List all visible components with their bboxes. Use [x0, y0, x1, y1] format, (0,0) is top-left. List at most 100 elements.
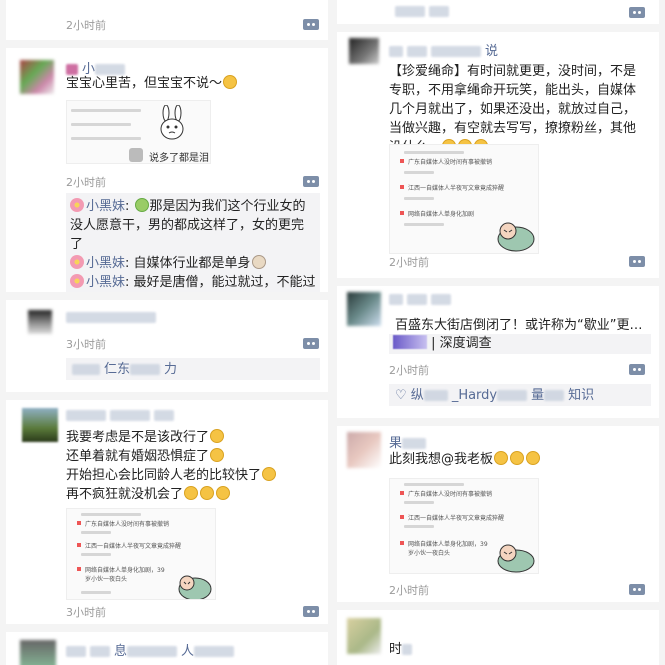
rabbit-sticker — [157, 104, 187, 141]
post-image[interactable]: 说多了都是泪 — [66, 100, 211, 164]
comment-more-icon[interactable] — [303, 606, 319, 617]
image-caption: 广东自媒体人没时间有事被撤销 — [408, 491, 493, 498]
moment-card-partial: 时 — [337, 610, 659, 665]
emoji-icon — [210, 448, 225, 462]
image-caption: 江西一自媒体人半夜写文章竟成猝醒 — [408, 515, 505, 522]
post-line: 还单着就有婚姻恐惧症了 — [66, 449, 210, 464]
post-time: 3小时前 — [66, 338, 106, 351]
crying-character-sticker — [494, 539, 538, 573]
post-line: 我要考虑是不是该改行了 — [66, 430, 210, 445]
sticker-caption: 说多了都是泪 — [149, 153, 209, 164]
comment-more-icon[interactable] — [629, 7, 645, 18]
heart-icon: ♡ — [395, 388, 407, 403]
author-name[interactable] — [66, 310, 160, 325]
post-text: 此刻我想@我老板 — [389, 450, 541, 469]
comment-more-icon[interactable] — [629, 256, 645, 267]
post-image[interactable]: 广东自媒体人没时间有事被撤销 江西一自媒体人半夜写文章竟成猝醒 网络自媒体人单身… — [389, 478, 539, 574]
laugh-emoji-icon — [494, 451, 509, 465]
post-time: 2小时前 — [66, 176, 106, 189]
post-time: 2小时前 — [389, 364, 429, 377]
post-text: 宝宝心里苦，但宝宝不说～ — [66, 74, 238, 93]
comment-list: 仁东 力 — [66, 358, 320, 380]
emoji-icon — [216, 486, 231, 500]
moment-card: 3小时前 仁东 力 — [6, 300, 328, 392]
post-text-content: 【珍爱绳命】有时间就更更，没时间，不是专职，不用拿绳命开玩笑，能出头，自媒体几个… — [389, 64, 637, 155]
image-caption: 江西一自媒体人半夜写文章竟成猝醒 — [85, 543, 182, 550]
flower-icon — [70, 274, 84, 288]
author-name[interactable] — [395, 4, 453, 19]
like-list: ♡ 纵 _Hardy 量 知识 — [389, 384, 651, 406]
emoji-icon — [184, 486, 199, 500]
avatar[interactable] — [28, 310, 52, 334]
clap-emoji-icon — [134, 198, 149, 212]
author-name[interactable] — [66, 408, 178, 423]
author-name-fragment: 说 — [485, 44, 499, 59]
link-title: | 深度调查 — [431, 336, 492, 351]
image-caption: 网络自媒体人单身化加剧，39岁小伙一夜白头 — [408, 541, 488, 557]
author-name[interactable]: 时 — [389, 638, 416, 657]
liker-name[interactable]: 纵 — [411, 388, 424, 403]
laugh-emoji-icon — [510, 451, 525, 465]
moment-card: 百盛东大街店倒闭了！或许称为“歇业”更… | 深度调查 2小时前 ♡ 纵 _Har… — [337, 286, 659, 418]
comment-more-icon[interactable] — [629, 364, 645, 375]
flower-icon — [70, 198, 84, 212]
commenter-name[interactable]: 小黑妹 — [86, 199, 125, 214]
avatar[interactable] — [22, 408, 58, 442]
emoji-icon — [262, 467, 277, 481]
moment-card: 小 宝宝心里苦，但宝宝不说～ 说多了都是泪 2小时前 小黑妹: 那是因为我们这个… — [6, 48, 328, 315]
liker-name[interactable]: _Hardy — [452, 388, 497, 403]
shared-link[interactable]: | 深度调查 — [389, 334, 651, 354]
avatar[interactable] — [20, 60, 54, 94]
moment-card: 果 此刻我想@我老板 广东自媒体人没时间有事被撤销 江西一自媒体人半夜写文章竟成… — [337, 426, 659, 602]
right-column: 说 【珍爱绳命】有时间就更更，没时间，不是专职，不用拿绳命开玩笑，能出头，自媒体… — [337, 0, 659, 665]
image-caption: 网络自媒体人单身化加剧，39岁小伙一夜白头 — [85, 567, 165, 583]
moment-card-partial — [337, 0, 659, 24]
post-text: 我要考虑是不是该改行了 还单着就有婚姻恐惧症了 开始担心会比同龄人老的比较快了 … — [66, 428, 277, 504]
post-text: 【珍爱绳命】有时间就更更，没时间，不是专职，不用拿绳命开玩笑，能出头，自媒体几个… — [389, 62, 647, 157]
comment-more-icon[interactable] — [303, 176, 319, 187]
author-name[interactable] — [389, 292, 455, 307]
post-text: 百盛东大街店倒闭了！或许称为“歇业”更… — [395, 318, 643, 333]
post-line: 再不疯狂就没机会了 — [66, 487, 184, 502]
image-caption: 广东自媒体人没时间有事被撤销 — [85, 521, 170, 528]
author-name-fragment: 果 — [389, 436, 403, 451]
avatar[interactable] — [349, 38, 379, 64]
commenter-name[interactable]: 小黑妹 — [86, 256, 125, 271]
emoji-icon — [210, 429, 225, 443]
post-time: 3小时前 — [66, 606, 106, 619]
moment-card: 说 【珍爱绳命】有时间就更更，没时间，不是专职，不用拿绳命开玩笑，能出头，自媒体… — [337, 32, 659, 278]
author-name[interactable]: 说 — [389, 40, 498, 59]
avatar[interactable] — [347, 292, 381, 326]
link-thumbnail — [393, 335, 427, 349]
liker-name[interactable]: 量 — [531, 388, 544, 403]
image-caption: 江西一自媒体人半夜写文章竟成猝醒 — [408, 185, 505, 192]
author-name-fragment: 息 — [114, 644, 128, 659]
moments-collage: 2小时前 小 宝宝心里苦，但宝宝不说～ 说多了都是泪 2小时前 小黑妹: 那是因… — [0, 0, 665, 665]
avatar[interactable] — [347, 618, 381, 654]
author-name[interactable]: 果 — [389, 432, 430, 451]
post-time: 2小时前 — [389, 256, 429, 269]
crying-character-sticker — [175, 569, 215, 599]
post-image[interactable]: 广东自媒体人没时间有事被撤销 江西一自媒体人半夜写文章竟成猝醒 网络自媒体人单身… — [389, 144, 539, 254]
comment-more-icon[interactable] — [303, 19, 319, 30]
comment-text: 力 — [164, 362, 178, 377]
post-image[interactable]: 广东自媒体人没时间有事被撤销 江西一自媒体人半夜写文章竟成猝醒 网络自媒体人单身… — [66, 508, 216, 600]
image-caption: 广东自媒体人没时间有事被撤销 — [408, 159, 493, 166]
emoji-icon — [200, 486, 215, 500]
avatar[interactable] — [347, 432, 381, 468]
avatar[interactable] — [20, 640, 56, 665]
moment-card-partial: 2小时前 — [6, 0, 328, 40]
comment-text: 自媒体行业都是单身 — [133, 256, 251, 271]
post-line: 开始担心会比同龄人老的比较快了 — [66, 468, 262, 483]
comment-item: 小黑妹: 那是因为我们这个行业女的没人愿意干，男的都成这样了，女的更完了 — [70, 198, 306, 252]
comment-more-icon[interactable] — [303, 338, 319, 349]
comment-item: 小黑妹: 自媒体行业都是单身 — [70, 254, 316, 273]
author-name[interactable]: 息人 — [66, 640, 238, 659]
commenter-name[interactable]: 仁东 — [104, 362, 130, 377]
moment-card-partial: 息人 — [6, 632, 328, 665]
post-text-content: 此刻我想@我老板 — [389, 452, 494, 467]
comment-more-icon[interactable] — [629, 584, 645, 595]
commenter-name[interactable]: 小黑妹 — [86, 275, 125, 290]
laugh-emoji-icon — [526, 451, 541, 465]
liker-name[interactable]: 知识 — [568, 388, 594, 403]
